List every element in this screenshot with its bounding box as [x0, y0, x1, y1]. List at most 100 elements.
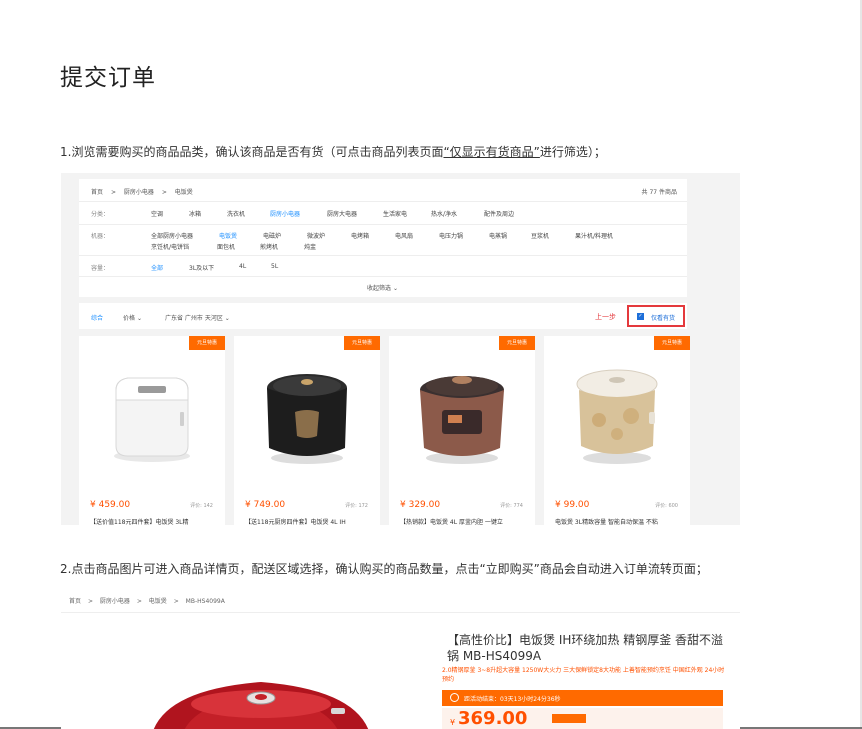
red-rice-cooker-image[interactable] [131, 668, 391, 729]
total-count: 共 77 件商品 [641, 189, 677, 196]
page-title: 提交订单 [60, 65, 156, 91]
stock-only-link[interactable]: “仅显示有货商品” [443, 145, 539, 159]
stock-only-label: 仅看有货 [651, 315, 676, 322]
sort-price[interactable]: 价格 ⌄ [123, 313, 142, 322]
breadcrumb-category[interactable]: 厨房小电器 [124, 189, 154, 196]
prev-page-button[interactable]: 上一步 [595, 312, 616, 322]
stock-only-checkbox-highlight[interactable]: ✓ 仅看有货 [627, 305, 685, 327]
product-price: ¥ 749.00 [245, 500, 286, 510]
step-1-instruction: 1.浏览需要购买的商品品类，确认该商品是否有货（可点击商品列表页面“仅显示有货商… [60, 143, 606, 160]
product-name[interactable]: 【送118元厨房四件套】电饭煲 4L IH [245, 517, 375, 525]
filter-option-selected[interactable]: 全部 [151, 263, 163, 272]
sort-comprehensive[interactable]: 综合 [91, 313, 103, 322]
step-2-instruction: 2.点击商品图片可进入商品详情页，配送区域选择，确认购买的商品数量，点击“立即购… [60, 562, 708, 576]
checkbox-checked-icon: ✓ [637, 313, 644, 320]
review-count: 评价: 600 [655, 503, 678, 509]
filter-option[interactable]: 炖盅 [304, 242, 316, 251]
filter-option[interactable]: 配件及周边 [484, 209, 514, 218]
black-rice-cooker-image[interactable] [257, 360, 357, 470]
filter-option[interactable]: 电蒸锅 [489, 231, 507, 240]
product-card[interactable]: 元旦特惠 ¥ 459.00 评价: 142 【送价值118元四件套】电饭煲 3L… [79, 336, 225, 525]
promotion-countdown-bar: 距活动结束：03天13小时24分36秒 [442, 690, 723, 706]
copper-rice-cooker-image[interactable] [412, 360, 512, 470]
filter-option[interactable]: 4L [239, 263, 246, 270]
step-1-prefix: 1.浏览需要购买的商品品类，确认该商品是否有货（可点击商品列表页面 [60, 145, 444, 159]
filter-option-selected[interactable]: 厨房小电器 [270, 209, 300, 218]
product-price: ¥ 99.00 [555, 500, 590, 510]
divider [61, 612, 740, 613]
clock-icon [450, 693, 459, 702]
product-name[interactable]: 【送价值118元四件套】电饭煲 3L精 [90, 517, 220, 525]
promo-badge: 元旦特惠 [189, 336, 225, 350]
region-selector[interactable]: 广东省 广州市 天河区 ⌄ [165, 313, 230, 322]
promo-badge: 元旦特惠 [499, 336, 535, 350]
region-label: 广东省 广州市 天河区 [165, 315, 223, 322]
breadcrumb-separator: > [87, 598, 93, 605]
collapse-filters-button[interactable]: 收起筛选 ⌄ [367, 283, 398, 292]
product-card[interactable]: 元旦特惠 ¥ 749.00 评价: 172 【送118元厨房四件套】电饭煲 4L… [234, 336, 380, 525]
filter-option[interactable]: 电风扇 [395, 231, 413, 240]
filter-option[interactable]: 生活家电 [383, 209, 407, 218]
price-area: ¥ 369.00 [442, 708, 723, 729]
filter-option[interactable]: 5L [271, 263, 278, 270]
filter-option[interactable]: 烹饪机/电饼铛 [151, 242, 189, 251]
filter-row-category: 分类： 空调 冰箱 洗衣机 厨房小电器 厨房大电器 生活家电 热水/净水 配件及… [91, 209, 681, 219]
breadcrumb: 首页 > 厨房小电器 > 电饭煲 [91, 187, 199, 196]
divider [79, 255, 687, 256]
divider [79, 276, 687, 277]
product-name[interactable]: 电饭煲 3L精致容量 智能自动保温 不粘 [555, 517, 685, 525]
product-card[interactable]: 元旦特惠 ¥ 329.00 评价: 774 【热销款】电饭煲 4L 厚釜内胆 一… [389, 336, 535, 525]
filter-option[interactable]: 煎烤机 [260, 242, 278, 251]
filter-option[interactable]: 果汁机/料理机 [575, 231, 613, 240]
breadcrumb-category[interactable]: 厨房小电器 [100, 598, 130, 605]
promo-features: 2.0精钢厚釜 3~8升超大容量 1250W大火力 三大保鲜锁定8大功能 上善智… [442, 667, 725, 683]
currency-symbol: ¥ [450, 718, 456, 727]
breadcrumb-home[interactable]: 首页 [69, 598, 81, 605]
product-price: ¥ 459.00 [90, 500, 131, 510]
filter-option[interactable]: 厨房大电器 [327, 209, 357, 218]
filter-row-model: 机器： 全部厨房小电器 电饭煲 电磁炉 微波炉 电烤箱 电风扇 电压力锅 电蒸锅… [91, 231, 681, 253]
filter-option[interactable]: 空调 [151, 209, 163, 218]
gold-rice-cooker-image[interactable] [567, 360, 667, 470]
breadcrumb-home[interactable]: 首页 [91, 189, 103, 196]
review-count: 评价: 774 [500, 503, 523, 509]
filter-option[interactable]: 面包机 [217, 242, 235, 251]
product-detail-screenshot: 首页 > 厨房小电器 > 电饭煲 > MB-HS4099A 【高性价比】电饭煲 … [61, 590, 740, 729]
breadcrumb-separator: > [110, 189, 116, 196]
filter-option-selected[interactable]: 电饭煲 [219, 231, 237, 240]
breadcrumb: 首页 > 厨房小电器 > 电饭煲 > MB-HS4099A [69, 596, 230, 605]
filter-option[interactable]: 全部厨房小电器 [151, 231, 193, 240]
white-rice-cooker-image[interactable] [102, 360, 202, 470]
sort-price-label: 价格 [123, 315, 136, 322]
divider [79, 224, 687, 225]
breadcrumb-separator: > [161, 189, 167, 196]
filter-option[interactable]: 电烤箱 [351, 231, 369, 240]
price-tag-badge [552, 714, 586, 723]
filter-option[interactable]: 3L及以下 [189, 263, 214, 272]
filter-option[interactable]: 电磁炉 [263, 231, 281, 240]
product-name[interactable]: 【热销款】电饭煲 4L 厚釜内胆 一键立 [400, 517, 530, 525]
filter-option[interactable]: 豆浆机 [531, 231, 549, 240]
countdown-text: 距活动结束：03天13小时24分36秒 [464, 696, 561, 703]
filter-option[interactable]: 微波炉 [307, 231, 325, 240]
review-count: 评价: 142 [190, 503, 213, 509]
breadcrumb-subcategory[interactable]: 电饭煲 [149, 598, 167, 605]
breadcrumb-current: MB-HS4099A [185, 598, 225, 605]
filter-row-capacity: 容量： 全部 3L及以下 4L 5L [91, 263, 681, 273]
filter-option[interactable]: 冰箱 [189, 209, 201, 218]
divider [79, 201, 687, 202]
filter-label: 分类： [91, 211, 110, 218]
filter-label: 容量： [91, 265, 110, 272]
filter-panel: 首页 > 厨房小电器 > 电饭煲 共 77 件商品 分类： 空调 冰箱 洗衣机 … [79, 179, 687, 297]
breadcrumb-separator: > [173, 598, 179, 605]
sort-bar: 综合 价格 ⌄ 广东省 广州市 天河区 ⌄ 上一步 ✓ 仅看有货 [79, 303, 687, 329]
filter-option[interactable]: 电压力锅 [439, 231, 463, 240]
product-price: 369.00 [458, 708, 528, 729]
product-card[interactable]: 元旦特惠 ¥ 99.00 评价: 600 电饭煲 3L精致容量 智能自动保温 不… [544, 336, 690, 525]
product-title: 【高性价比】电饭煲 IH环绕加热 精钢厚釜 香甜不溢锅 MB-HS4099A [447, 633, 724, 663]
filter-option[interactable]: 洗衣机 [227, 209, 245, 218]
breadcrumb-separator: > [136, 598, 142, 605]
filter-option[interactable]: 热水/净水 [431, 209, 457, 218]
chevron-down-icon: ⌄ [224, 315, 230, 322]
product-price: ¥ 329.00 [400, 500, 441, 510]
